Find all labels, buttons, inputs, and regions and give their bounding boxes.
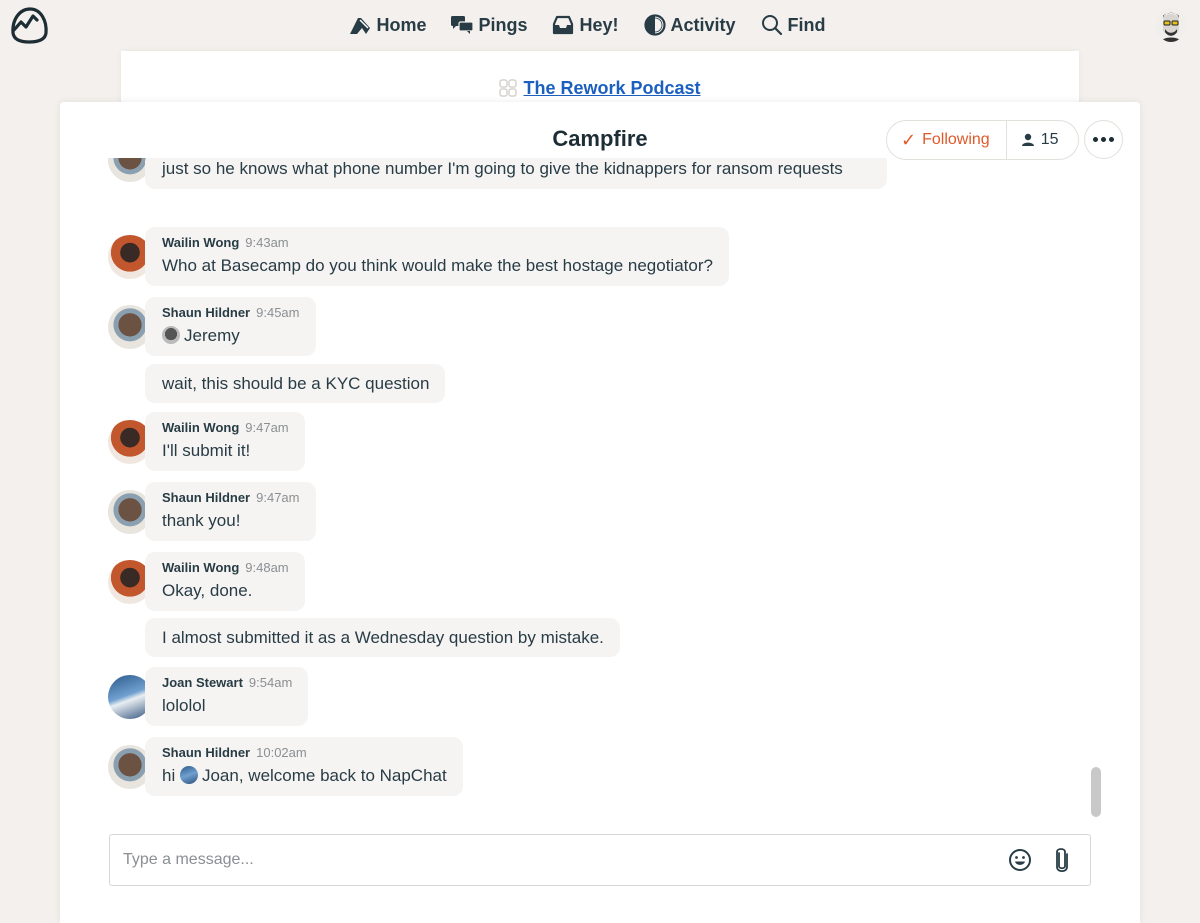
current-user-avatar[interactable] [1156,8,1186,42]
message-author[interactable]: Shaun Hildner [162,745,250,760]
message-text: Who at Basecamp do you think would make … [162,256,713,275]
ellipsis-dot [1109,137,1114,142]
message-input[interactable] [110,851,1006,869]
following-label: Following [922,131,990,148]
message-author[interactable]: Wailin Wong [162,560,239,575]
nav-hey[interactable]: Hey! [551,14,619,36]
mention-avatar [179,766,198,784]
chat-scrollbar[interactable] [1091,767,1101,817]
message-time[interactable]: 9:45am [256,305,299,320]
chat-message: I almost submitted it as a Wednesday que… [145,618,620,657]
message-text: , welcome back to NapChat [238,766,447,785]
message-time[interactable]: 9:54am [249,675,292,690]
chat-message: Joan Stewart 9:54am lololol [145,667,309,726]
subscription-controls: ✓ Following 15 [886,120,1079,160]
home-icon [350,18,371,34]
message-text-prefix: hi [162,766,176,785]
nav-home-label: Home [376,14,427,35]
chat-message: wait, this should be a KYC question [145,364,446,403]
message-author[interactable]: Shaun Hildner [162,305,250,320]
project-link[interactable]: The Rework Podcast [523,78,700,99]
message-time[interactable]: 9:48am [245,560,288,575]
chat-message: Shaun Hildner 9:45am Jeremy [145,297,316,356]
ellipsis-icon [1093,137,1098,142]
activity-icon [643,14,666,36]
message-text: I almost submitted it as a Wednesday que… [162,628,604,647]
chat-message: Shaun Hildner 9:47am thank you! [145,482,316,541]
chat-message: just so he knows what phone number I'm g… [145,158,887,189]
message-composer [109,834,1091,886]
nav-pings[interactable]: Pings [450,14,527,36]
mention-avatar [162,326,180,344]
project-grid-icon [499,79,518,97]
nav-hey-label: Hey! [579,14,619,35]
top-nav: Home Pings Hey! Activity Find [0,0,1200,50]
ellipsis-dot [1101,137,1106,142]
hey-icon [553,15,574,35]
search-icon [761,15,782,36]
nav-home[interactable]: Home [348,14,426,36]
person-icon [1021,133,1034,146]
attach-button[interactable] [1048,846,1076,874]
nav-activity-label: Activity [670,14,736,35]
message-text: lololol [162,696,206,715]
nav-pings-label: Pings [478,14,528,35]
message-author[interactable]: Shaun Hildner [162,490,250,505]
message-time[interactable]: 9:47am [245,420,288,435]
message-time[interactable]: 9:47am [256,490,299,505]
campfire-card: Campfire ✓ Following 15 just so he knows… [60,102,1140,923]
following-button[interactable]: ✓ Following [887,121,1007,159]
subscribers-button[interactable]: 15 [1007,131,1073,149]
chat-transcript: just so he knows what phone number I'm g… [60,158,1140,818]
message-time[interactable]: 10:02am [256,745,307,760]
chat-message: Wailin Wong 9:43am Who at Basecamp do you… [145,227,729,286]
message-author[interactable]: Wailin Wong [162,420,239,435]
mention[interactable]: Joan [202,766,239,785]
chat-message: Shaun Hildner 10:02am hi Joan, welcome ba… [145,737,463,796]
nav-activity[interactable]: Activity [643,14,736,36]
paperclip-icon [1056,848,1068,873]
message-text: I'll submit it! [162,441,251,460]
message-text: thank you! [162,511,241,530]
message-text: Okay, done. [162,581,253,600]
mention[interactable]: Jeremy [184,326,240,345]
more-options-button[interactable] [1084,120,1123,159]
message-author[interactable]: Joan Stewart [162,675,243,690]
message-time[interactable]: 9:43am [245,235,288,250]
message-text: just so he knows what phone number I'm g… [162,159,843,178]
message-text: wait, this should be a KYC question [162,374,430,393]
checkmark-icon: ✓ [901,129,917,150]
pings-icon [451,16,475,34]
smiley-icon [1009,849,1031,871]
subscriber-count: 15 [1040,131,1059,148]
nav-find-label: Find [787,14,826,35]
nav-find[interactable]: Find [760,14,826,36]
emoji-button[interactable] [1006,846,1034,874]
chat-message: Wailin Wong 9:47am I'll submit it! [145,412,305,471]
chat-message: Wailin Wong 9:48am Okay, done. [145,552,305,611]
message-author[interactable]: Wailin Wong [162,235,239,250]
